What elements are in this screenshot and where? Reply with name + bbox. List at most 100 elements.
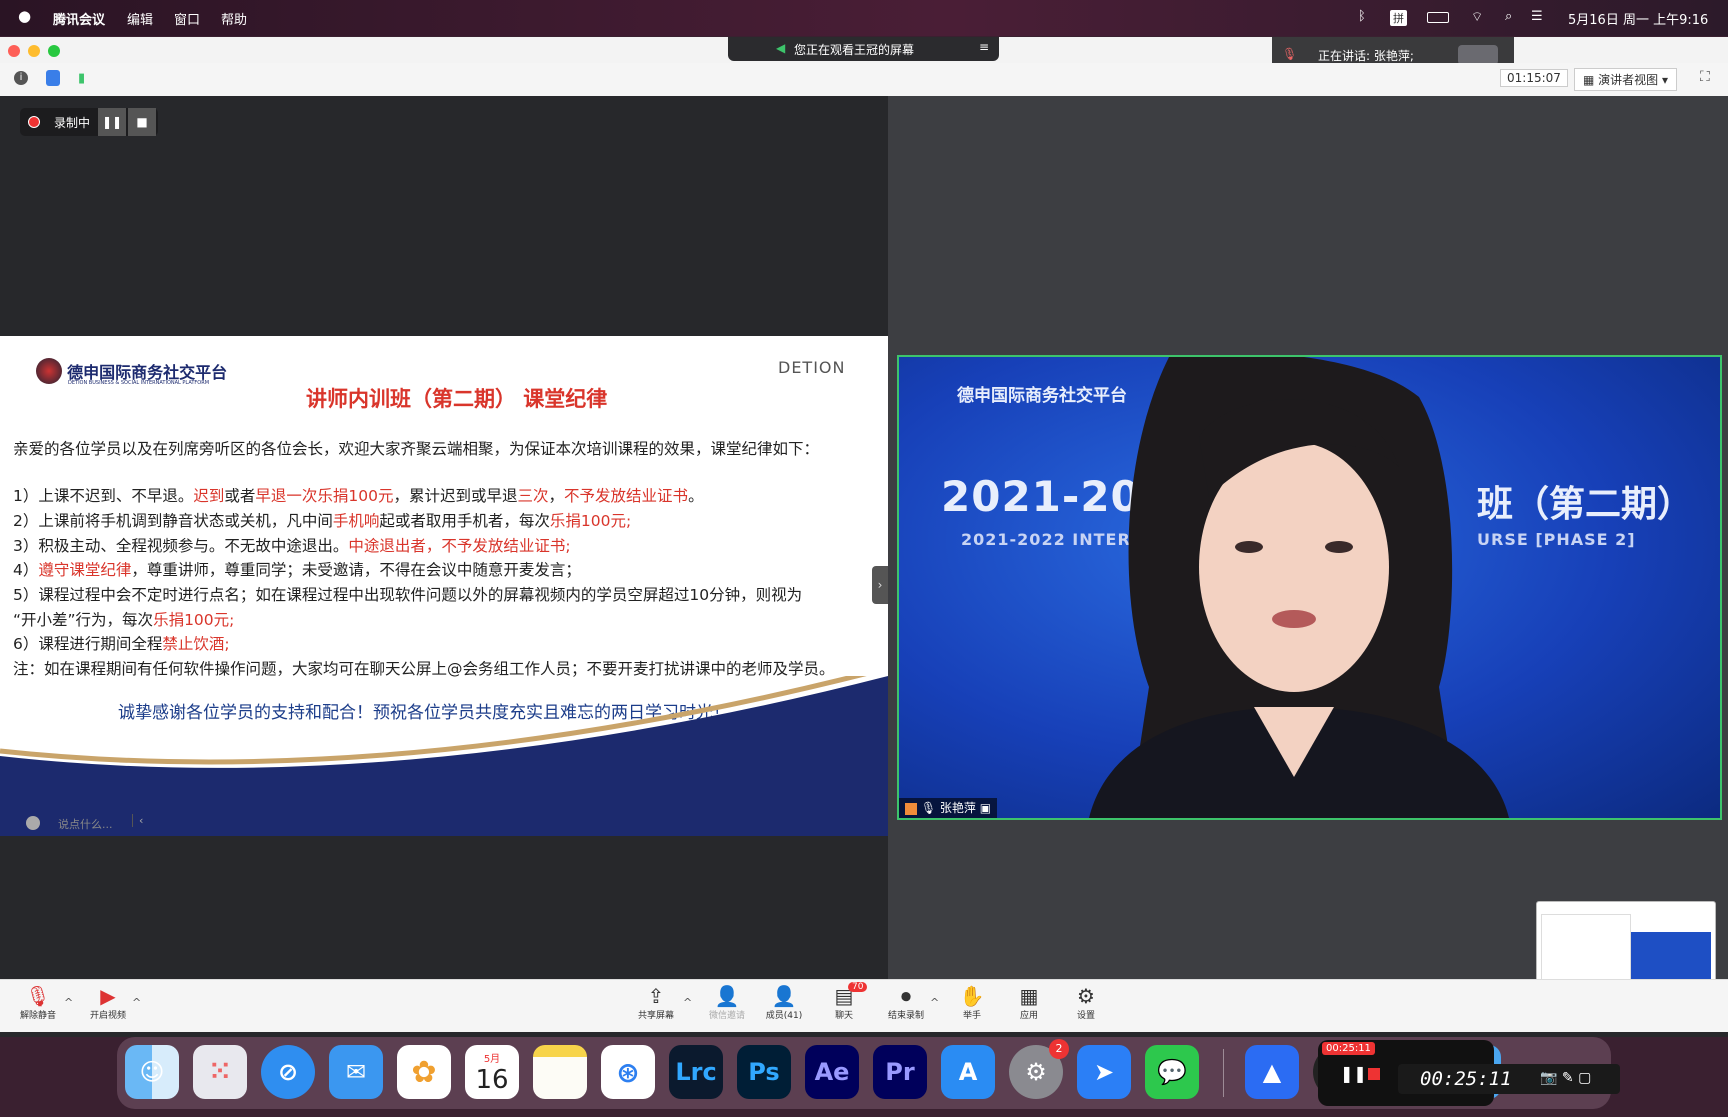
rule-highlight: 不予发放结业证书: [564, 487, 689, 505]
pause-recording-button[interactable]: ❚❚: [98, 108, 126, 136]
slide-intro: 亲爱的各位学员以及在列席旁听区的各位会长，欢迎大家齐聚云端相聚，为保证本次培训课…: [13, 440, 820, 458]
photoshop-icon[interactable]: Ps: [737, 1045, 791, 1099]
chevron-down-icon: ▾: [1658, 73, 1669, 87]
end-recording-button[interactable]: ⏺ 结束录制: [880, 984, 932, 1021]
participant-tag: 🎙 张艳萍 ▣: [899, 798, 998, 818]
raise-hand-button[interactable]: ✋ 举手: [948, 984, 996, 1021]
apps-label: 应用: [1019, 1011, 1038, 1021]
participant-name: 张艳萍: [939, 801, 976, 815]
notes-icon[interactable]: [533, 1045, 587, 1099]
slide-rule-line: “开小差”行为，每次乐捐100元;: [13, 608, 234, 630]
fullscreen-icon[interactable]: ⛶: [1700, 69, 1710, 85]
rule-highlight: 乐捐100元;: [153, 611, 235, 629]
mic-muted-icon: 🎙: [25, 984, 51, 1008]
chat-badge: 70: [848, 982, 868, 992]
invite-button[interactable]: 👤 微信邀请: [703, 984, 751, 1021]
rule-text: 1）上课不迟到、不早退。: [13, 487, 194, 505]
video-button[interactable]: ▶ 开启视频: [84, 984, 132, 1021]
cloud-drive-icon[interactable]: ⊛: [601, 1045, 655, 1099]
logo-en: DETION BUSINESS & SOCIAL INTERNATIONAL P…: [68, 380, 210, 386]
banner-menu-icon[interactable]: ≡: [979, 40, 989, 54]
control-center-icon[interactable]: ☰: [1531, 9, 1543, 24]
pen-icon[interactable]: ✎: [1562, 1070, 1574, 1086]
system-settings-icon[interactable]: ⚙ 2: [1009, 1039, 1069, 1099]
finder-icon[interactable]: ☺: [125, 1045, 179, 1099]
share-options-chevron[interactable]: ^: [683, 996, 692, 1009]
recorder-stop-button[interactable]: [1368, 1068, 1380, 1080]
app-store-icon[interactable]: A: [941, 1045, 995, 1099]
battery-icon[interactable]: [1427, 12, 1449, 23]
recorder-pause-button[interactable]: ❚❚: [1340, 1064, 1367, 1083]
meeting-timer: 01:15:07: [1500, 69, 1568, 87]
mute-options-chevron[interactable]: ^: [64, 996, 73, 1009]
close-button[interactable]: [8, 45, 20, 57]
apple-icon[interactable]: ●: [18, 7, 31, 25]
menu-app-name[interactable]: 腾讯会议: [53, 9, 105, 28]
video-off-icon: ▶: [100, 984, 116, 1008]
rule-text: 4）: [13, 561, 39, 579]
members-button[interactable]: 👤 成员(41): [760, 984, 808, 1021]
recorder-elapsed: 00:25:11: [1420, 1068, 1512, 1090]
rule-text: ，: [548, 487, 565, 505]
zoom-button[interactable]: [48, 45, 60, 57]
settings-button[interactable]: ⚙ 设置: [1062, 984, 1110, 1021]
menu-window[interactable]: 窗口: [174, 9, 200, 28]
rule-text: 。: [688, 487, 704, 505]
video-options-chevron[interactable]: ^: [132, 996, 141, 1009]
rule-highlight: 禁止饮酒;: [162, 635, 230, 653]
photos-icon[interactable]: ✿: [397, 1045, 451, 1099]
gear-icon: ⚙: [1077, 984, 1095, 1008]
speaker-video[interactable]: 德申国际商务社交平台 2021-2022 班（第二期） 2021-2022 IN…: [897, 355, 1722, 820]
mute-button[interactable]: 🎙 解除静音: [14, 984, 62, 1021]
menu-bar: ● 腾讯会议 编辑 窗口 帮助 ᛒ 拼 ⌔ ⌕ ☰ 5月16日 周一 上午9:1…: [0, 0, 1728, 36]
rule-text: ，尊重讲师，尊重同学；未受邀请，不得在会议中随意开麦发言；: [131, 561, 581, 579]
signal-icon[interactable]: ▮: [78, 71, 85, 86]
after-effects-icon[interactable]: Ae: [805, 1045, 859, 1099]
speaking-avatar: [1458, 45, 1498, 65]
shield-icon[interactable]: [46, 70, 60, 86]
share-screen-icon: ⇪: [647, 984, 665, 1008]
apps-button[interactable]: ▦ 应用: [1005, 984, 1053, 1021]
feishu-icon[interactable]: ➤: [1077, 1045, 1131, 1099]
collapse-panel-handle[interactable]: ›: [872, 566, 888, 604]
tencent-meeting-icon[interactable]: ▲: [1245, 1045, 1299, 1099]
input-method-icon[interactable]: 拼: [1390, 10, 1407, 26]
calendar-day: 16: [475, 1064, 509, 1095]
premiere-icon[interactable]: Pr: [873, 1045, 927, 1099]
chevron-left-icon[interactable]: ‹: [132, 814, 143, 827]
chat-button[interactable]: ▤ 聊天 70: [820, 982, 868, 1021]
record-options-chevron[interactable]: ^: [930, 996, 939, 1009]
camera-icon[interactable]: 📷: [1540, 1070, 1557, 1086]
speaker-person: [1089, 357, 1509, 818]
emoji-icon[interactable]: [26, 816, 40, 830]
chat-input-placeholder[interactable]: 说点什么...: [58, 816, 113, 832]
calendar-month: 5月: [483, 1053, 501, 1065]
menu-edit[interactable]: 编辑: [127, 9, 153, 28]
stop-recording-button[interactable]: ■: [128, 108, 156, 136]
chat-label: 聊天: [834, 1011, 853, 1021]
menu-clock[interactable]: 5月16日 周一 上午9:16: [1568, 9, 1708, 28]
rule-text: 或者: [224, 487, 256, 505]
video-label: 开启视频: [89, 1011, 126, 1021]
share-screen-button[interactable]: ⇪ 共享屏幕: [632, 984, 680, 1021]
window-icon[interactable]: ▢: [1578, 1070, 1591, 1086]
recorder-elapsed-small: 00:25:11: [1322, 1042, 1375, 1055]
mail-icon[interactable]: ✉: [329, 1045, 383, 1099]
minimize-button[interactable]: [28, 45, 40, 57]
calendar-icon[interactable]: 5月 16: [465, 1045, 519, 1099]
rule-highlight: 遵守课堂纪律: [38, 561, 132, 579]
wifi-icon[interactable]: ⌔: [1471, 9, 1483, 25]
screen-share-banner[interactable]: ◀ 您正在观看王冠的屏幕 ≡: [728, 37, 999, 61]
launchpad-icon[interactable]: ⁙: [193, 1045, 247, 1099]
view-mode-dropdown[interactable]: ▦ 演讲者视图 ▾: [1574, 68, 1678, 91]
rule-highlight: 中途退出者，不予发放结业证书;: [348, 537, 571, 555]
bluetooth-icon[interactable]: ᛒ: [1358, 9, 1366, 24]
slide-rule-line: 3）积极主动、全程视频参与。不无故中途退出。中途退出者，不予发放结业证书;: [13, 534, 571, 556]
chat-input-bar[interactable]: 说点什么... ‹: [20, 810, 150, 838]
search-icon[interactable]: ⌕: [1505, 9, 1512, 24]
menu-help[interactable]: 帮助: [221, 9, 247, 28]
lightroom-classic-icon[interactable]: Lrc: [669, 1045, 723, 1099]
wechat-icon[interactable]: 💬: [1145, 1045, 1199, 1099]
info-icon[interactable]: i: [14, 71, 28, 85]
safari-icon[interactable]: ⊘: [261, 1045, 315, 1099]
